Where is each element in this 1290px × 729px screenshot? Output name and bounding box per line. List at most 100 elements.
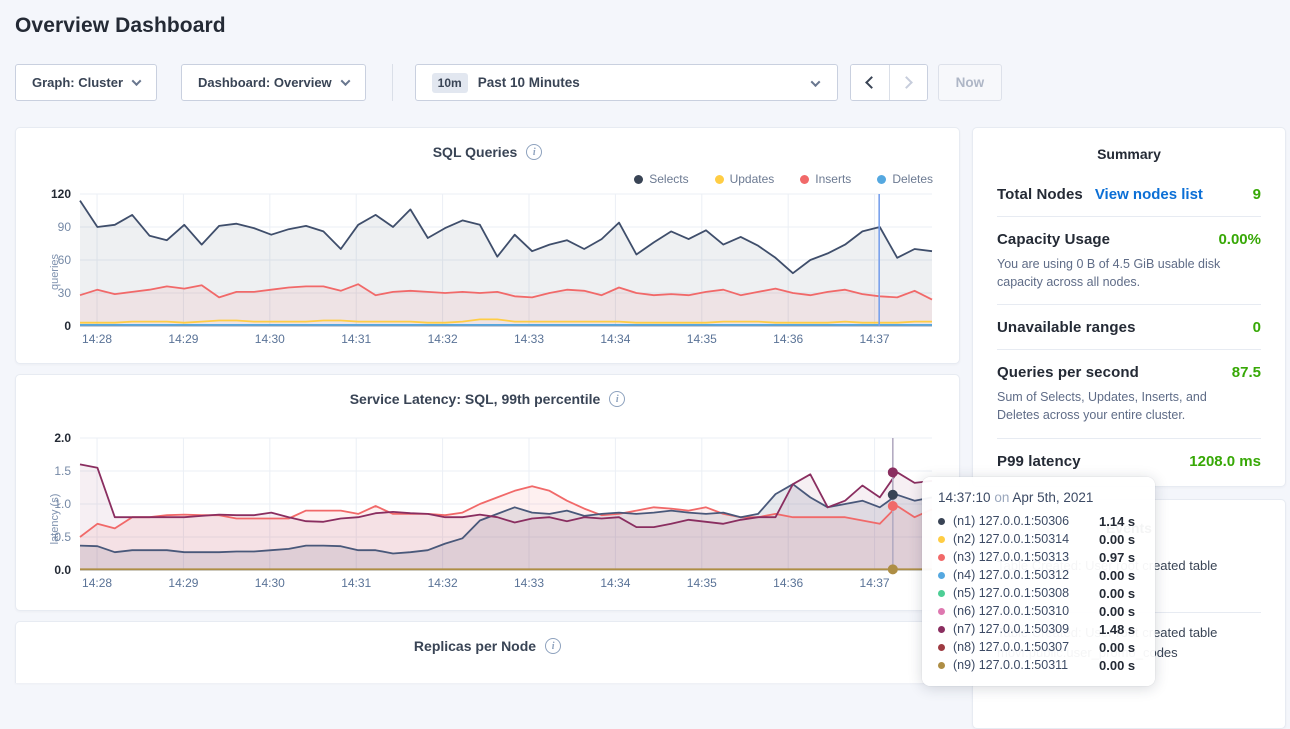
y-tick-label: 60 bbox=[58, 253, 72, 267]
legend-dot bbox=[800, 175, 809, 184]
charts-column: SQL Queries Selects Updates Inserts Deletes… bbox=[15, 127, 960, 693]
service-latency-chart[interactable]: 14:2814:2914:3014:3114:3214:3314:3414:35… bbox=[17, 431, 960, 591]
y-tick-label: 1.0 bbox=[54, 497, 71, 511]
x-tick-label: 14:30 bbox=[255, 576, 285, 590]
node-address: (n4) 127.0.0.1:50312 bbox=[953, 568, 1099, 582]
time-step-back-button[interactable] bbox=[851, 65, 889, 100]
time-range-badge: 10m bbox=[432, 73, 468, 93]
chevron-left-icon bbox=[865, 76, 878, 89]
node-color-dot bbox=[938, 644, 945, 651]
x-tick-label: 14:35 bbox=[687, 576, 717, 590]
x-tick-label: 14:28 bbox=[82, 576, 112, 590]
summary-metric-value: 87.5 bbox=[1232, 364, 1261, 381]
node-latency-value: 1.48 s bbox=[1099, 622, 1135, 637]
chart-title: SQL Queries bbox=[433, 144, 518, 160]
graph-selector-label: Graph: Cluster bbox=[32, 75, 123, 90]
node-address: (n1) 127.0.0.1:50306 bbox=[953, 514, 1099, 528]
chart-header: Service Latency: SQL, 99th percentile bbox=[16, 375, 959, 407]
tooltip-node-row: (n7) 127.0.0.1:503091.48 s bbox=[938, 620, 1139, 638]
node-color-dot bbox=[938, 590, 945, 597]
x-tick-label: 14:34 bbox=[600, 576, 630, 590]
node-address: (n5) 127.0.0.1:50308 bbox=[953, 586, 1099, 600]
service-latency-chart-panel: Service Latency: SQL, 99th percentile la… bbox=[15, 374, 960, 611]
legend-item-deletes[interactable]: Deletes bbox=[877, 172, 933, 186]
node-address: (n9) 127.0.0.1:50311 bbox=[953, 658, 1099, 672]
node-color-dot bbox=[938, 572, 945, 579]
view-nodes-list-link[interactable]: View nodes list bbox=[1095, 186, 1203, 203]
info-icon[interactable] bbox=[609, 391, 625, 407]
node-color-dot bbox=[938, 662, 945, 669]
y-tick-label: 2.0 bbox=[54, 431, 71, 445]
legend-label: Inserts bbox=[815, 172, 851, 186]
summary-row: Unavailable ranges0 bbox=[997, 304, 1261, 349]
node-latency-value: 0.00 s bbox=[1099, 604, 1135, 619]
time-range-label: Past 10 Minutes bbox=[478, 75, 580, 90]
node-address: (n7) 127.0.0.1:50309 bbox=[953, 622, 1099, 636]
chart-hover-tooltip: 14:37:10 on Apr 5th, 2021 (n1) 127.0.0.1… bbox=[922, 477, 1155, 686]
node-latency-value: 0.00 s bbox=[1099, 586, 1135, 601]
tooltip-node-row: (n9) 127.0.0.1:503110.00 s bbox=[938, 656, 1139, 674]
chart-title: Replicas per Node bbox=[414, 638, 536, 654]
y-tick-label: 0.5 bbox=[54, 530, 71, 544]
node-address: (n2) 127.0.0.1:50314 bbox=[953, 532, 1099, 546]
node-latency-value: 0.00 s bbox=[1099, 658, 1135, 673]
x-tick-label: 14:33 bbox=[514, 576, 544, 590]
legend-dot bbox=[634, 175, 643, 184]
x-tick-label: 14:35 bbox=[687, 332, 717, 346]
node-color-dot bbox=[938, 554, 945, 561]
legend-item-updates[interactable]: Updates bbox=[715, 172, 775, 186]
legend-dot bbox=[715, 175, 724, 184]
legend-item-inserts[interactable]: Inserts bbox=[800, 172, 851, 186]
node-latency-value: 0.00 s bbox=[1099, 568, 1135, 583]
node-color-dot bbox=[938, 518, 945, 525]
summary-metric-value: 0 bbox=[1253, 319, 1261, 336]
x-tick-label: 14:28 bbox=[82, 332, 112, 346]
tooltip-node-row: (n3) 127.0.0.1:503130.97 s bbox=[938, 548, 1139, 566]
crosshair-dot bbox=[888, 467, 898, 477]
y-tick-label: 1.5 bbox=[54, 464, 71, 478]
x-tick-label: 14:37 bbox=[860, 576, 890, 590]
summary-metric-value: 1208.0 ms bbox=[1189, 453, 1261, 470]
crosshair-dot bbox=[888, 490, 898, 500]
x-tick-label: 14:31 bbox=[341, 576, 371, 590]
toolbar: Graph: Cluster Dashboard: Overview 10m P… bbox=[15, 64, 1290, 101]
node-latency-value: 0.00 s bbox=[1099, 640, 1135, 655]
time-range-dropdown[interactable]: 10m Past 10 Minutes bbox=[415, 64, 838, 101]
node-latency-value: 0.97 s bbox=[1099, 550, 1135, 565]
chevron-down-icon bbox=[340, 76, 350, 86]
x-tick-label: 14:30 bbox=[255, 332, 285, 346]
summary-row: Total NodesView nodes list9 bbox=[997, 172, 1261, 216]
chart-title: Service Latency: SQL, 99th percentile bbox=[350, 391, 601, 407]
time-step-forward-button[interactable] bbox=[889, 65, 927, 100]
tooltip-node-row: (n4) 127.0.0.1:503120.00 s bbox=[938, 566, 1139, 584]
dashboard-selector-dropdown[interactable]: Dashboard: Overview bbox=[181, 64, 366, 101]
tooltip-node-row: (n1) 127.0.0.1:503061.14 s bbox=[938, 512, 1139, 530]
chart-legend: Selects Updates Inserts Deletes bbox=[634, 172, 933, 186]
legend-dot bbox=[877, 175, 886, 184]
node-latency-value: 1.14 s bbox=[1099, 514, 1135, 529]
x-tick-label: 14:34 bbox=[600, 332, 630, 346]
y-tick-label: 0 bbox=[64, 319, 71, 333]
y-tick-label: 90 bbox=[58, 220, 72, 234]
summary-metric-label: Total Nodes bbox=[997, 186, 1083, 203]
info-icon[interactable] bbox=[526, 144, 542, 160]
summary-metric-label: P99 latency bbox=[997, 453, 1081, 470]
x-tick-label: 14:32 bbox=[428, 332, 458, 346]
chevron-down-icon bbox=[132, 76, 142, 86]
summary-title: Summary bbox=[997, 146, 1261, 162]
node-address: (n3) 127.0.0.1:50313 bbox=[953, 550, 1099, 564]
legend-item-selects[interactable]: Selects bbox=[634, 172, 688, 186]
sql-queries-chart[interactable]: 14:2814:2914:3014:3114:3214:3314:3414:35… bbox=[17, 187, 960, 347]
node-address: (n6) 127.0.0.1:50310 bbox=[953, 604, 1099, 618]
toolbar-divider bbox=[392, 64, 393, 101]
y-tick-label: 30 bbox=[58, 286, 72, 300]
replicas-per-node-chart-panel: Replicas per Node bbox=[15, 621, 960, 683]
info-icon[interactable] bbox=[545, 638, 561, 654]
crosshair-dot bbox=[888, 501, 898, 511]
x-tick-label: 14:31 bbox=[341, 332, 371, 346]
now-button[interactable]: Now bbox=[938, 64, 1003, 101]
graph-selector-dropdown[interactable]: Graph: Cluster bbox=[15, 64, 157, 101]
x-tick-label: 14:29 bbox=[168, 576, 198, 590]
tooltip-timestamp: 14:37:10 on Apr 5th, 2021 bbox=[938, 490, 1139, 505]
tooltip-rows: (n1) 127.0.0.1:503061.14 s(n2) 127.0.0.1… bbox=[938, 512, 1139, 674]
